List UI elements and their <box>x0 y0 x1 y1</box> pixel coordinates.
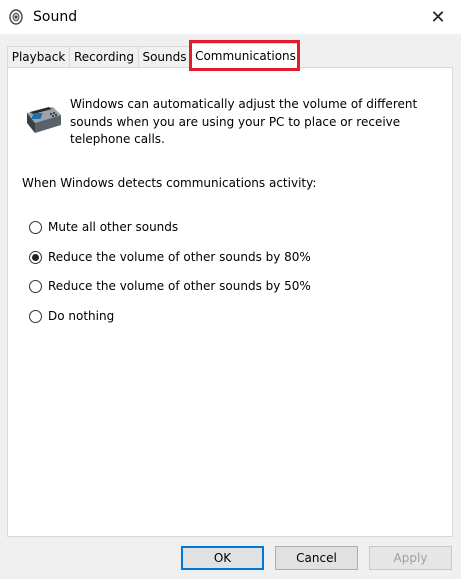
title-bar: Sound ✕ <box>0 0 461 34</box>
detect-label: When Windows detects communications acti… <box>22 176 317 190</box>
radio-label: Reduce the volume of other sounds by 50% <box>48 279 311 293</box>
close-icon: ✕ <box>430 6 446 28</box>
window-title: Sound <box>33 9 78 25</box>
tab-recording[interactable]: Recording <box>69 46 139 68</box>
apply-button[interactable]: Apply <box>369 546 452 570</box>
ok-button[interactable]: OK <box>181 546 264 570</box>
radio-do-nothing[interactable]: Do nothing <box>29 307 114 325</box>
radio-circle[interactable] <box>29 309 42 323</box>
radio-label: Do nothing <box>48 309 115 323</box>
radio-label: Mute all other sounds <box>48 220 179 234</box>
speaker-icon <box>8 9 24 28</box>
radio-reduce-80[interactable]: Reduce the volume of other sounds by 80% <box>29 248 311 266</box>
radio-circle[interactable] <box>29 220 42 234</box>
tab-sounds[interactable]: Sounds <box>138 46 191 68</box>
telephone-icon <box>23 101 63 138</box>
radio-circle[interactable] <box>29 279 42 293</box>
radio-reduce-50[interactable]: Reduce the volume of other sounds by 50% <box>29 277 311 295</box>
radio-label: Reduce the volume of other sounds by 80% <box>48 250 311 264</box>
description-text: Windows can automatically adjust the vol… <box>70 97 418 146</box>
close-button[interactable]: ✕ <box>415 0 461 34</box>
tab-communications[interactable]: Communications <box>191 43 300 69</box>
radio-circle-selected[interactable] <box>29 250 42 264</box>
radio-mute-all[interactable]: Mute all other sounds <box>29 218 178 236</box>
tab-playback[interactable]: Playback <box>7 46 70 68</box>
cancel-button[interactable]: Cancel <box>275 546 358 570</box>
